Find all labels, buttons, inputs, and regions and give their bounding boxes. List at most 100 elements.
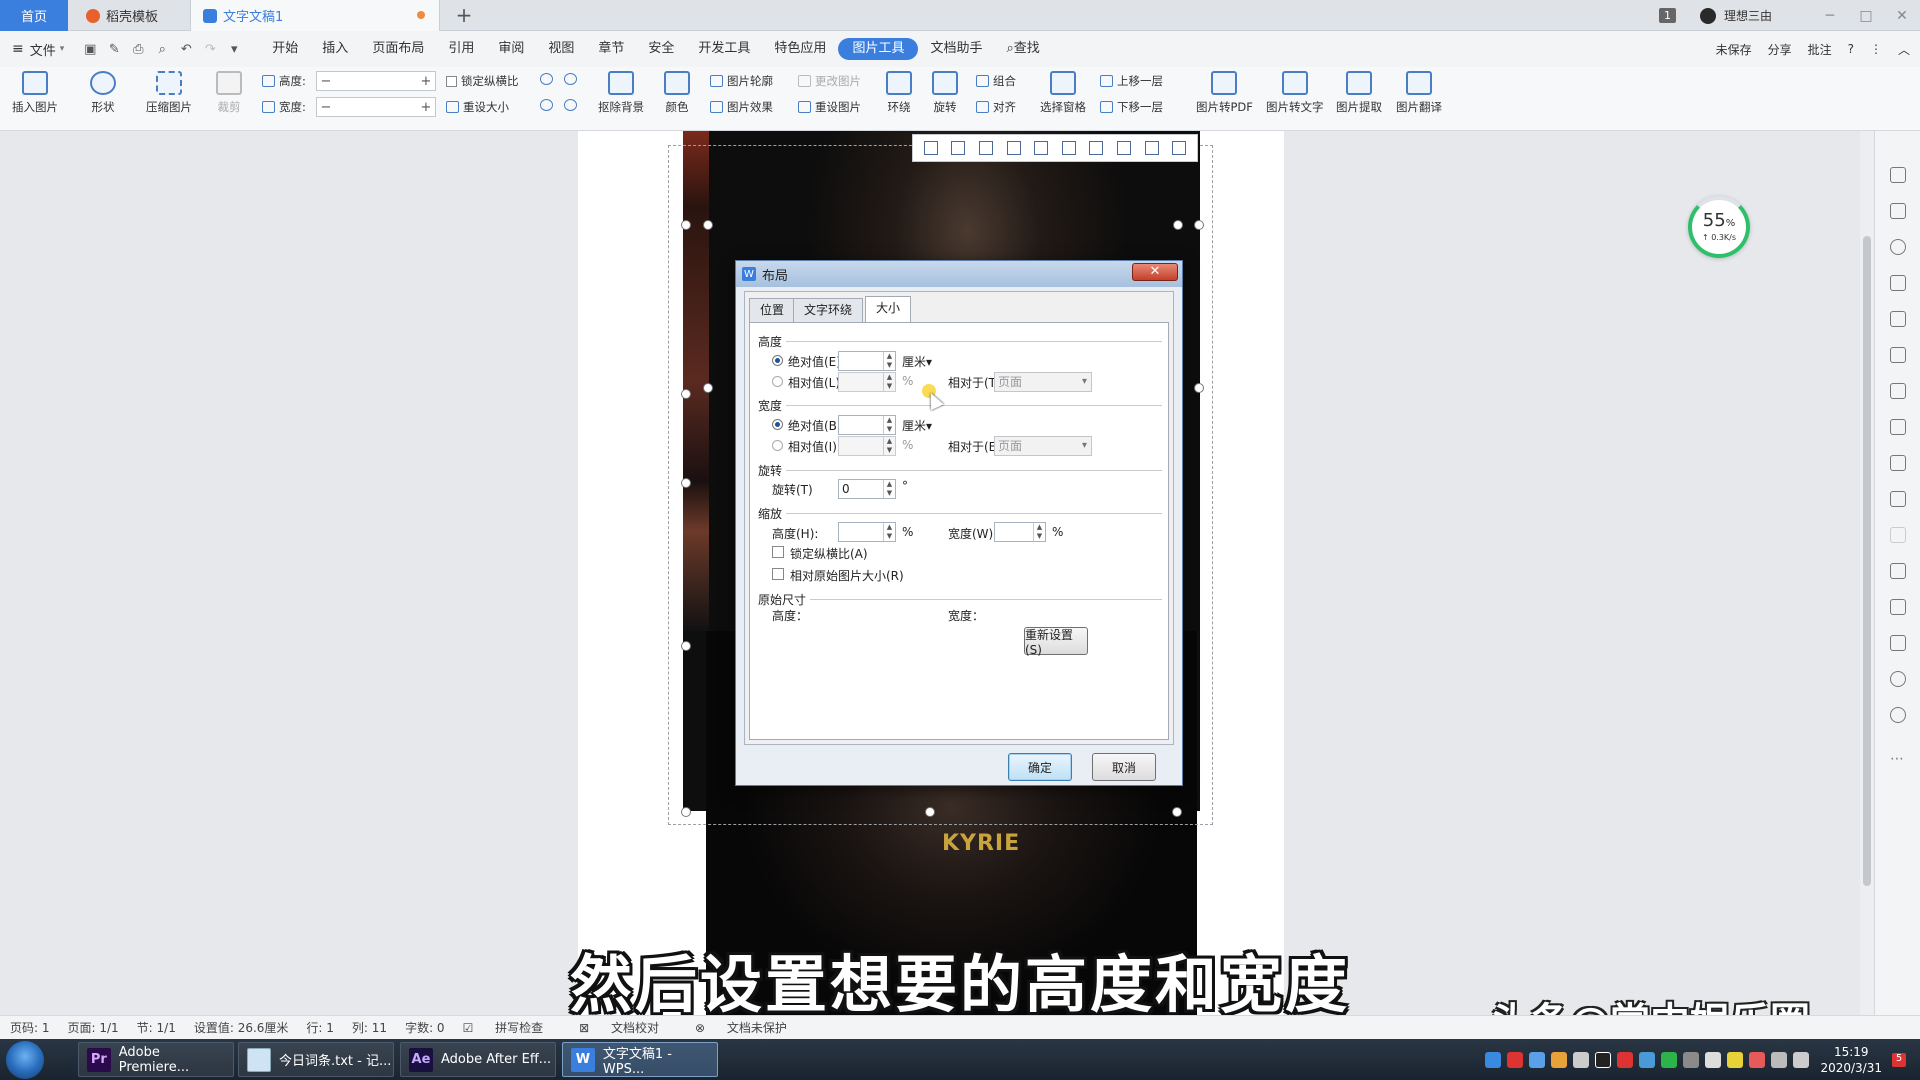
picture-to-pdf-button[interactable]: 图片转PDF <box>1196 71 1253 115</box>
height-stepper[interactable]: − + <box>316 71 436 91</box>
close-button[interactable]: ✕ <box>1884 8 1920 24</box>
location-icon[interactable] <box>1890 239 1906 255</box>
shield-icon[interactable] <box>1890 635 1906 651</box>
ok-button[interactable]: 确定 <box>1008 753 1072 781</box>
resize-handle[interactable] <box>681 220 691 230</box>
spinner-arrows-icon[interactable]: ▲ ▼ <box>883 437 895 455</box>
picture-outline-button[interactable]: 图片轮廓 <box>710 73 773 89</box>
align-center-icon[interactable] <box>951 141 966 155</box>
contrast-up-button[interactable] <box>564 73 581 85</box>
collapse-ribbon-button[interactable]: ︿ <box>1898 41 1910 58</box>
status-word-count[interactable]: 字数: 0 <box>405 1019 445 1036</box>
width-relative-radio[interactable] <box>772 440 783 451</box>
chart-icon[interactable] <box>1890 383 1906 399</box>
image-search-icon[interactable] <box>1890 455 1906 471</box>
vertical-scrollbar[interactable] <box>1860 131 1874 1021</box>
align-top-icon[interactable] <box>1006 141 1021 155</box>
change-picture-button[interactable]: 更改图片 <box>798 73 861 89</box>
format-painter-icon[interactable]: ✎ <box>102 42 126 57</box>
select-pointer-icon[interactable] <box>1890 203 1906 219</box>
menu-special-apps[interactable]: 特色应用 <box>762 38 838 60</box>
dialog-close-button[interactable]: ✕ <box>1132 263 1178 281</box>
tab-position[interactable]: 位置 <box>749 298 796 322</box>
lock-aspect-ratio-checkbox[interactable] <box>772 546 784 558</box>
file-menu[interactable]: ≡ 文件 ▾ <box>12 40 64 59</box>
tab-size[interactable]: 大小 <box>865 296 912 322</box>
share-button[interactable]: 分享 <box>1768 41 1792 58</box>
color-button[interactable]: 颜色 <box>664 71 690 115</box>
status-position[interactable]: 设置值: 26.6厘米 <box>194 1019 289 1036</box>
minimize-button[interactable]: ─ <box>1812 8 1848 24</box>
send-backward-button[interactable]: 下移一层 <box>1100 99 1163 115</box>
taskbar-after-effects[interactable]: Ae Adobe After Eff... <box>400 1042 556 1077</box>
undo-icon[interactable]: ↶ <box>174 42 198 57</box>
customize-icon[interactable]: ▾ <box>222 42 246 57</box>
width-relative-to-select[interactable]: 页面 <box>994 436 1092 456</box>
edit-pen-icon[interactable] <box>1890 167 1906 183</box>
tray-app-icon[interactable] <box>1727 1051 1744 1068</box>
lock-ratio-checkbox[interactable]: 锁定纵横比 <box>446 73 519 89</box>
height-relative-radio[interactable] <box>772 376 783 387</box>
spinner-arrows-icon[interactable]: ▲ ▼ <box>883 480 895 498</box>
tab-home[interactable]: 首页 <box>0 0 68 31</box>
spinner-arrows-icon[interactable]: ▲ ▼ <box>883 352 895 370</box>
scrollbar-thumb[interactable] <box>1863 236 1871 886</box>
distribute-horizontal-icon[interactable] <box>1089 141 1104 155</box>
reset-button[interactable]: 重新设置(S) <box>1024 627 1088 657</box>
align-left-icon[interactable] <box>923 141 938 155</box>
menu-doc-assistant[interactable]: 文档助手 <box>918 38 994 60</box>
unsaved-status[interactable]: 未保存 <box>1716 41 1752 58</box>
comment-button[interactable]: 批注 <box>1808 41 1832 58</box>
width-unit-dropdown[interactable]: 厘米▾ <box>902 417 932 434</box>
rotate-button[interactable]: 旋转 <box>932 71 958 115</box>
resize-handle[interactable] <box>681 478 691 488</box>
contrast-down-button[interactable] <box>564 99 581 111</box>
archive-icon[interactable] <box>1890 563 1906 579</box>
resize-handle[interactable] <box>1194 220 1204 230</box>
decrement-icon[interactable]: − <box>317 74 335 89</box>
fill-icon[interactable] <box>1890 311 1906 327</box>
tab-text-wrapping[interactable]: 文字环绕 <box>793 298 864 322</box>
bring-forward-button[interactable]: 上移一层 <box>1100 73 1163 89</box>
increment-icon[interactable]: + <box>417 74 435 89</box>
width-stepper[interactable]: − + <box>316 97 436 117</box>
menu-references[interactable]: 引用 <box>436 38 486 60</box>
brightness-up-button[interactable] <box>540 73 557 85</box>
help-icon[interactable] <box>1890 707 1906 723</box>
spinner-arrows-icon[interactable]: ▲ ▼ <box>883 523 895 541</box>
dialog-title-bar[interactable]: W 布局 ✕ <box>736 261 1182 287</box>
remove-background-button[interactable]: 抠除背景 <box>598 71 644 115</box>
distribute-vertical-icon[interactable] <box>1144 141 1159 155</box>
increment-icon[interactable]: + <box>417 100 435 115</box>
menu-view[interactable]: 视图 <box>536 38 586 60</box>
picture-icon[interactable] <box>1890 599 1906 615</box>
resize-handle[interactable] <box>1194 383 1204 393</box>
tray-app-icon[interactable] <box>1683 1051 1700 1068</box>
status-section[interactable]: 节: 1/1 <box>137 1019 176 1036</box>
tab-docer-templates[interactable]: 稻壳模板 <box>74 0 186 31</box>
tray-app-icon[interactable] <box>1639 1051 1656 1068</box>
menu-find[interactable]: ⌕查找 <box>994 38 1051 60</box>
tray-display-icon[interactable] <box>1771 1051 1788 1068</box>
tray-app-icon[interactable] <box>1573 1051 1590 1068</box>
window-count-badge[interactable]: 1 <box>1658 8 1676 23</box>
scale-height-input[interactable]: ▲ ▼ <box>838 522 896 542</box>
height-relative-to-select[interactable]: 页面 <box>994 372 1092 392</box>
tray-app-icon[interactable] <box>1705 1051 1722 1068</box>
width-relative-input[interactable]: ▲ ▼ <box>838 436 896 456</box>
more-icon[interactable]: ⋯ <box>1890 751 1906 767</box>
tray-qq-icon[interactable] <box>1595 1051 1612 1068</box>
spinner-arrows-icon[interactable]: ▲ ▼ <box>883 416 895 434</box>
tray-antivirus-icon[interactable] <box>1617 1051 1634 1068</box>
taskbar-notepad[interactable]: 今日词条.txt - 记... <box>238 1042 394 1077</box>
picture-effect-button[interactable]: 图片效果 <box>710 99 773 115</box>
width-absolute-input[interactable]: ▲ ▼ <box>838 415 896 435</box>
menu-insert[interactable]: 插入 <box>310 38 360 60</box>
menu-page-layout[interactable]: 页面布局 <box>360 38 436 60</box>
picture-extract-button[interactable]: 图片提取 <box>1336 71 1382 115</box>
status-proofread[interactable]: ⊠ 文档校对 <box>579 1019 677 1036</box>
cancel-button[interactable]: 取消 <box>1092 753 1156 781</box>
print-preview-icon[interactable]: ⌕ <box>150 42 174 57</box>
tray-wechat-icon[interactable] <box>1661 1051 1678 1068</box>
shape-button[interactable]: 形状 <box>90 71 116 115</box>
